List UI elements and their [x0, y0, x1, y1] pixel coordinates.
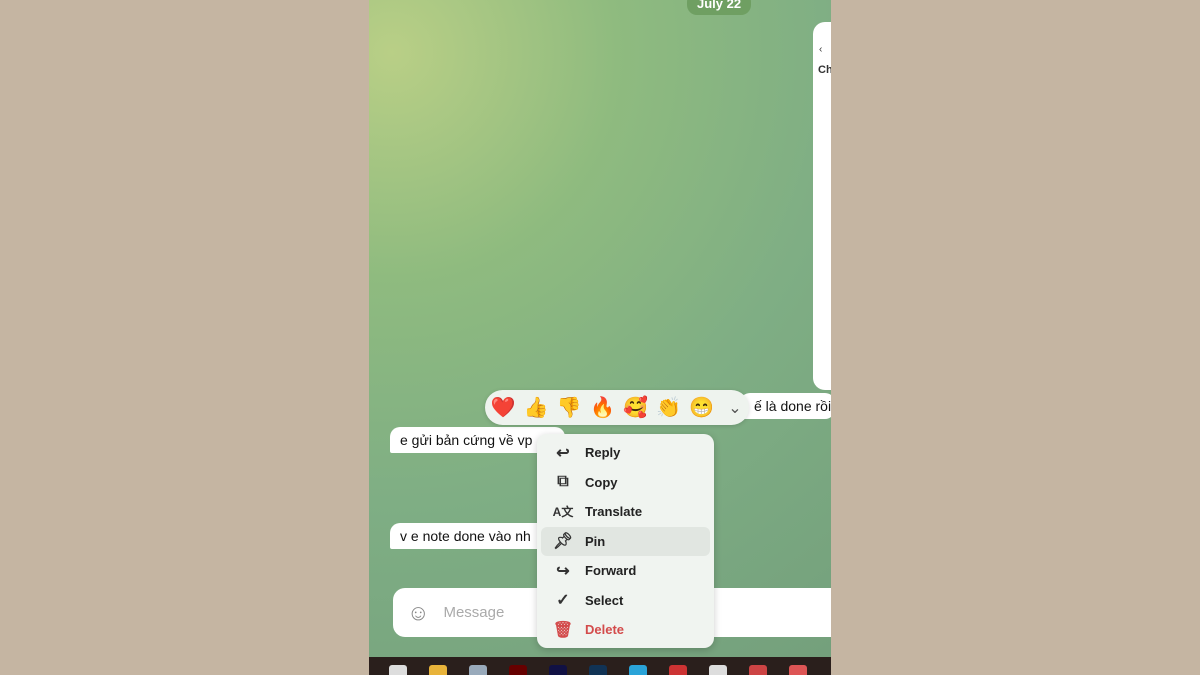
reaction-smiling-hearts[interactable]: 🥰 — [622, 395, 650, 420]
taskbar-app-icon[interactable] — [469, 665, 487, 675]
pin-icon: 📌︎ — [552, 533, 574, 551]
date-badge: July 22 — [687, 0, 752, 15]
chat-window: July 22 ‹ Ch ế là done rồi e gửi bản cứn… — [369, 0, 831, 657]
taskbar-app-icon[interactable] — [789, 665, 807, 675]
menu-label: Forward — [585, 563, 637, 579]
chevron-down-icon[interactable]: ⌄ — [721, 398, 749, 418]
message-input[interactable]: Message — [443, 604, 504, 621]
menu-label: Select — [585, 592, 624, 608]
taskbar-app-icon[interactable] — [669, 665, 687, 675]
menu-item-select[interactable]: ✓ Select — [541, 586, 710, 616]
reaction-clap[interactable]: 👏 — [655, 395, 683, 420]
menu-label: Delete — [585, 622, 625, 638]
reply-icon: ↩ — [556, 444, 570, 462]
back-button[interactable]: ‹ — [819, 44, 822, 55]
taskbar-app-icon[interactable] — [749, 665, 767, 675]
menu-item-pin[interactable]: 📌︎ Pin — [541, 526, 710, 556]
menu-item-translate[interactable]: A文 Translate — [541, 497, 710, 527]
side-panel[interactable]: ‹ Ch — [813, 22, 831, 390]
folder-icon[interactable] — [429, 665, 447, 675]
taskbar-app-icon[interactable] — [709, 665, 727, 675]
taskbar-app-icon[interactable] — [509, 665, 527, 675]
menu-item-delete[interactable]: 🗑︎ Delete — [541, 615, 710, 645]
menu-item-forward[interactable]: ↪ Forward — [541, 556, 710, 586]
copy-icon: ⧉ — [557, 473, 569, 491]
menu-label: Translate — [585, 504, 643, 520]
reaction-bar: ❤️ 👍 👎 🔥 🥰 👏 😁 ⌄ — [485, 390, 749, 425]
translate-icon: A文 — [552, 505, 574, 520]
forward-icon: ↪ — [556, 562, 570, 580]
message-bubble[interactable]: v e note done vào nh — [390, 523, 550, 549]
reaction-thumbs-down[interactable]: 👎 — [555, 395, 583, 420]
taskbar-app-icon[interactable] — [589, 665, 607, 675]
select-icon: ✓ — [556, 592, 570, 610]
menu-label: Pin — [585, 533, 606, 549]
menu-item-copy[interactable]: ⧉ Copy — [541, 468, 710, 498]
browser-icon[interactable] — [629, 665, 647, 675]
menu-item-reply[interactable]: ↩ Reply — [541, 438, 710, 468]
reaction-heart[interactable]: ❤️ — [489, 395, 517, 420]
reaction-thumbs-up[interactable]: 👍 — [522, 395, 550, 420]
taskbar-app-icon[interactable] — [549, 665, 567, 675]
delete-icon: 🗑︎ — [552, 621, 574, 639]
reaction-fire[interactable]: 🔥 — [588, 395, 616, 420]
menu-label: Copy — [585, 474, 618, 490]
menu-label: Reply — [585, 445, 621, 461]
context-menu: ↩ Reply ⧉ Copy A文 Translate 📌︎ Pin ↪ Forward … — [537, 434, 714, 648]
reaction-grin[interactable]: 😁 — [688, 395, 716, 420]
taskbar — [369, 657, 831, 675]
taskbar-app-icon[interactable] — [389, 665, 407, 675]
emoji-icon[interactable]: ☺ — [407, 600, 429, 626]
side-panel-title: Ch — [818, 64, 831, 76]
message-bubble[interactable]: ế là done rồi — [740, 393, 831, 419]
